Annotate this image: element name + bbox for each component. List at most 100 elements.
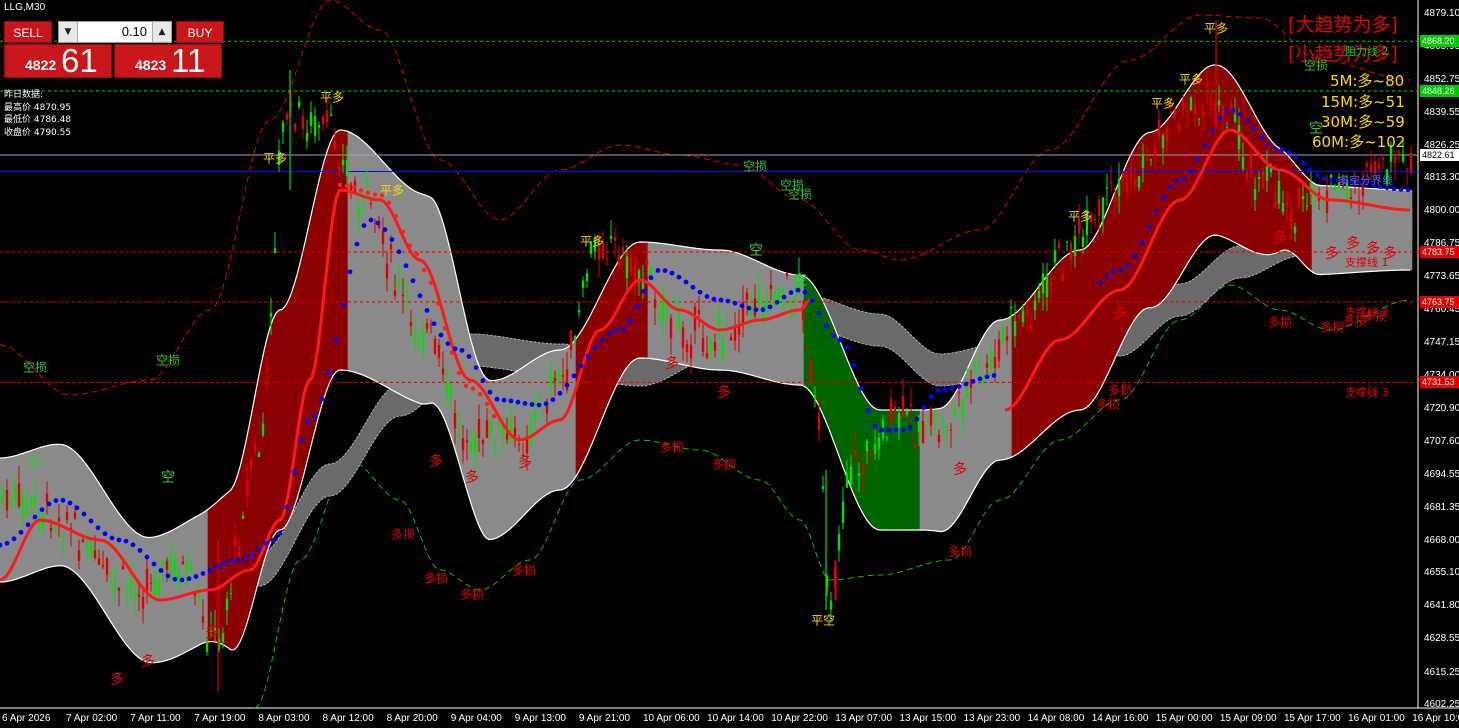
blue-dot: [648, 275, 654, 281]
yesterday-high: 最高价 4870.95: [4, 102, 72, 113]
lot-size-field[interactable]: ▼ 0.10 ▲: [58, 21, 172, 43]
signal-label: 多损: [390, 527, 416, 542]
candle-body: [397, 278, 401, 289]
candle-body: [129, 579, 133, 588]
blue-dot: [746, 305, 752, 311]
candle-body: [161, 560, 165, 566]
band-slice: [723, 249, 729, 371]
candle-body: [185, 562, 189, 571]
candle-body: [9, 499, 13, 503]
shade-slice: [1171, 284, 1177, 319]
candle-body: [269, 312, 273, 318]
signal-label: 平多: [319, 90, 345, 105]
lot-size-value[interactable]: 0.10: [122, 22, 147, 42]
blue-dot: [830, 333, 836, 339]
blue-dot: [613, 328, 619, 333]
blue-dot: [389, 237, 395, 242]
blue-dot: [851, 362, 857, 368]
chart-title: LLG,M30: [4, 2, 46, 13]
blue-dot: [375, 220, 381, 226]
candle-body: [257, 452, 261, 458]
bid-quote[interactable]: 4822 61: [4, 42, 112, 79]
blue-dot: [459, 347, 465, 353]
shade-slice: [507, 337, 513, 371]
time-tick-label: 16 Apr 10:00: [1412, 713, 1459, 724]
band-slice: [271, 312, 277, 541]
band-slice: [311, 193, 317, 443]
candle-body: [1013, 320, 1017, 336]
candle-body: [461, 438, 465, 451]
candle-body: [1333, 186, 1337, 191]
candle-body: [949, 429, 953, 431]
sell-button[interactable]: SELL: [4, 21, 52, 43]
blue-dot: [67, 500, 73, 506]
signal-label: 多: [465, 470, 479, 486]
band-slice: [783, 272, 789, 385]
band-slice: [607, 272, 613, 405]
candle-body: [1137, 176, 1141, 189]
shade-slice: [487, 334, 493, 368]
level-4848-tag: 4848.26: [1420, 84, 1459, 97]
candle-body: [1157, 119, 1161, 137]
signal-label: 多损: [511, 563, 537, 578]
time-tick-label: 9 Apr 13:00: [514, 713, 566, 724]
blue-dot: [529, 402, 535, 407]
candle-body: [669, 318, 673, 339]
candle-body: [165, 560, 169, 570]
shade-slice: [1235, 245, 1241, 279]
candle-body: [153, 577, 157, 595]
signal-label: 多: [1325, 246, 1339, 262]
red-dot: [393, 213, 399, 219]
blue-dot: [326, 370, 332, 375]
candle-body: [1065, 241, 1069, 243]
band-slice: [1083, 245, 1089, 410]
blue-dot: [557, 390, 563, 396]
candle-body: [457, 423, 461, 427]
blue-dot: [970, 378, 976, 384]
band-slice: [367, 145, 373, 380]
blue-dot: [984, 374, 990, 380]
band-slice: [359, 138, 365, 376]
band-slice: [1399, 189, 1405, 271]
candle-body: [1069, 242, 1073, 260]
candle-body: [1293, 226, 1297, 234]
candle-body: [169, 558, 173, 570]
band-slice: [835, 331, 841, 459]
candle-body: [101, 564, 105, 567]
red-dot: [456, 370, 462, 376]
candle-body: [273, 248, 277, 254]
chevron-down-icon[interactable]: ▼: [59, 22, 78, 42]
candle-body: [485, 420, 489, 439]
ask-quote[interactable]: 4823 11: [114, 42, 222, 79]
candle-body: [905, 411, 909, 415]
band-slice: [219, 495, 225, 646]
blue-dot: [725, 298, 731, 304]
blue-dot: [627, 318, 633, 324]
band-slice: [427, 195, 433, 405]
candle-body: [1393, 154, 1397, 163]
blue-dot: [774, 299, 780, 305]
ask-prefix: 4823: [135, 57, 167, 73]
signal-label: 多: [665, 356, 679, 372]
price-chart[interactable]: [0, 0, 1459, 728]
candle-body: [729, 336, 733, 341]
blue-dot: [1202, 142, 1208, 148]
candle-body: [569, 330, 573, 351]
band-slice: [279, 307, 285, 531]
band-slice: [267, 321, 273, 550]
candle-body: [845, 472, 849, 488]
blue-dot: [4, 540, 10, 546]
candle-body: [509, 418, 513, 442]
price-tick-label: 4668.00: [1424, 534, 1459, 546]
blue-dot: [886, 427, 892, 433]
signal-label: 空损: [155, 353, 181, 368]
bid-big-digits: 61: [61, 42, 98, 79]
band-slice: [183, 520, 189, 654]
blue-dot: [1139, 240, 1145, 245]
chevron-up-icon[interactable]: ▲: [152, 22, 171, 42]
candle-body: [33, 497, 37, 505]
price-tick-label: 4800.00: [1424, 205, 1459, 217]
signal-15m: 15M:多~51: [1321, 93, 1405, 111]
signal-label: 多损: [423, 571, 449, 586]
buy-button[interactable]: BUY: [176, 21, 224, 43]
